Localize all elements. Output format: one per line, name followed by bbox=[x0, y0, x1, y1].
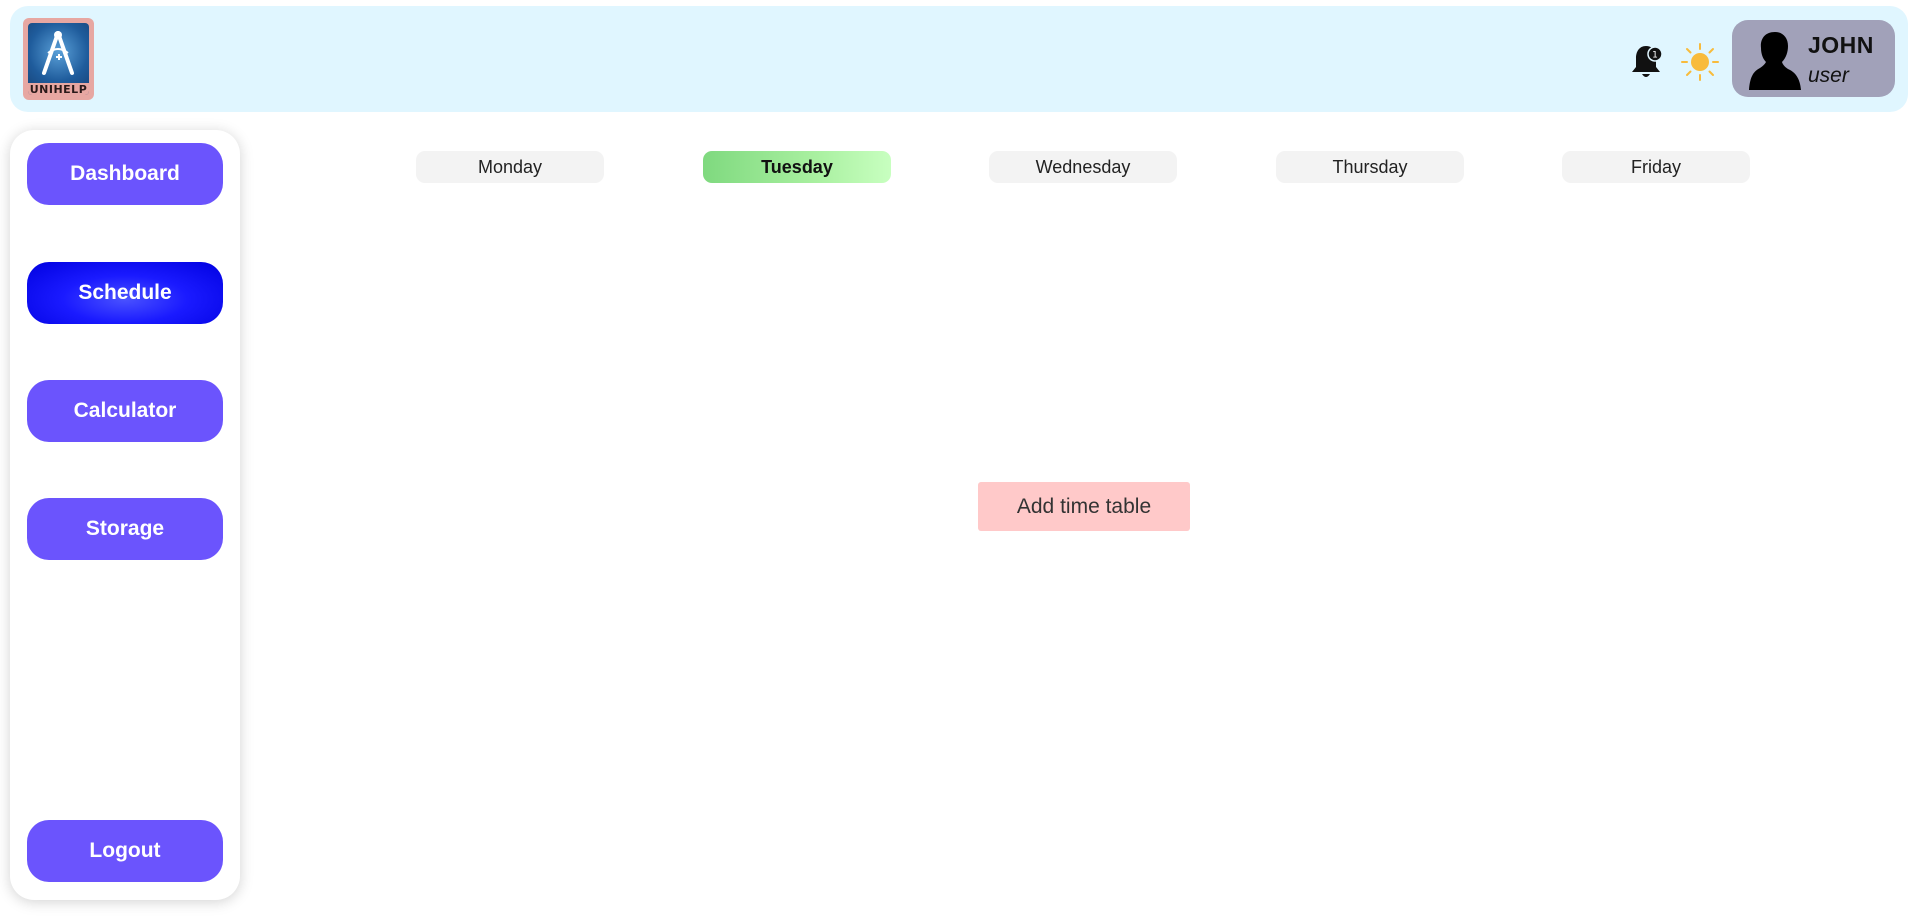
logo-wordmark: UNIHELP bbox=[28, 83, 89, 95]
tab-friday[interactable]: Friday bbox=[1562, 151, 1750, 183]
tab-wednesday[interactable]: Wednesday bbox=[989, 151, 1177, 183]
sidebar-item-calculator[interactable]: Calculator bbox=[27, 380, 223, 442]
sidebar-item-dashboard[interactable]: Dashboard bbox=[27, 143, 223, 205]
bell-icon[interactable]: 1 bbox=[1628, 42, 1664, 82]
logo-emblem: UNIHELP bbox=[28, 23, 89, 95]
sidebar-item-storage[interactable]: Storage bbox=[27, 498, 223, 560]
add-time-table-button[interactable]: Add time table bbox=[978, 482, 1190, 531]
sidebar: Dashboard Schedule Calculator Storage Lo… bbox=[10, 130, 240, 900]
app-logo[interactable]: UNIHELP bbox=[23, 18, 94, 100]
tab-monday[interactable]: Monday bbox=[416, 151, 604, 183]
logout-button[interactable]: Logout bbox=[27, 820, 223, 882]
sun-icon[interactable] bbox=[1680, 42, 1720, 82]
user-name: JOHN bbox=[1808, 32, 1874, 58]
user-role: user bbox=[1808, 64, 1849, 87]
top-header: UNIHELP 1 JOHN user bbox=[10, 6, 1908, 112]
tab-tuesday[interactable]: Tuesday bbox=[703, 151, 891, 183]
user-silhouette-icon bbox=[1749, 32, 1801, 90]
tab-thursday[interactable]: Thursday bbox=[1276, 151, 1464, 183]
user-profile-card[interactable]: JOHN user bbox=[1732, 20, 1895, 97]
sidebar-item-schedule[interactable]: Schedule bbox=[27, 262, 223, 324]
notification-count: 1 bbox=[1652, 51, 1658, 61]
